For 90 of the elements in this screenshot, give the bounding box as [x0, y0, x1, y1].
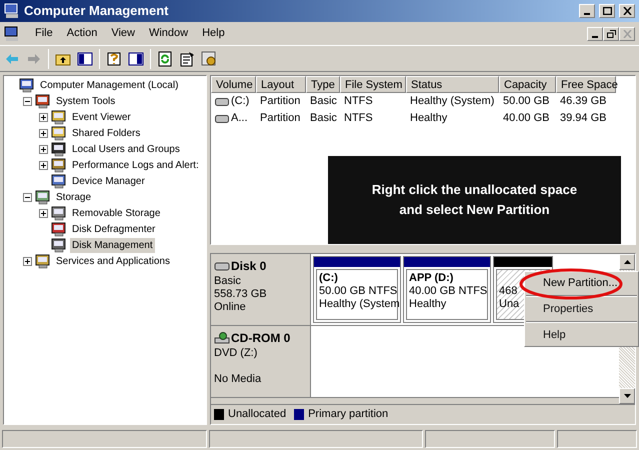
disk-info: Basic	[214, 275, 242, 288]
column-header[interactable]: Layout	[256, 76, 306, 93]
tree-item[interactable]: System Tools	[54, 94, 118, 108]
refresh-icon[interactable]	[157, 50, 173, 66]
partition-title: (C:)	[319, 271, 339, 285]
window-title: Computer Management	[24, 2, 170, 20]
partition-info: Una	[499, 298, 520, 311]
table-cell-text: Partition	[260, 111, 300, 126]
table-cell-text: 40.00 GB	[503, 111, 550, 126]
minimize-button[interactable]	[587, 26, 603, 40]
computer-icon	[4, 3, 20, 19]
menu-item[interactable]: Help	[195, 25, 232, 42]
column-header[interactable]: Status	[406, 76, 499, 93]
close-button[interactable]	[619, 4, 635, 18]
table-cell-text: 50.00 GB	[503, 94, 550, 110]
column-header[interactable]: Volume	[211, 76, 256, 93]
menu-item[interactable]: Action	[60, 25, 104, 42]
tree-item[interactable]: Removable Storage	[70, 206, 162, 220]
scroll-up-icon[interactable]	[624, 260, 630, 264]
table-cell-text: Healthy (System)	[410, 94, 494, 110]
tree-pane-icon[interactable]	[77, 50, 93, 66]
tree-item[interactable]: Shared Folders	[70, 126, 142, 140]
tree-item[interactable]: Storage	[54, 190, 94, 204]
tree-item[interactable]: Device Manager	[70, 174, 147, 188]
disk-name: CD-ROM 0	[231, 330, 290, 347]
expand-icon[interactable]	[39, 144, 48, 154]
table-cell-text: NTFS	[344, 111, 373, 126]
help-icon[interactable]	[106, 50, 122, 66]
table-cell-text: 46.39 GB	[560, 94, 606, 110]
column-header[interactable]: Free Space	[556, 76, 616, 93]
partition-info: 50.00 GB NTFS	[319, 285, 395, 298]
collapse-icon[interactable]	[23, 192, 32, 202]
partition-info: 468	[499, 284, 518, 298]
expand-icon[interactable]	[39, 112, 48, 122]
computer-icon	[4, 26, 20, 42]
minimize-icon	[592, 36, 598, 38]
tree-item[interactable]: Event Viewer	[70, 110, 133, 124]
column-header[interactable]: Type	[306, 76, 340, 93]
legend-label: Unallocated	[228, 407, 286, 422]
callout-text: and select New Partition	[399, 201, 550, 219]
menu-item[interactable]: File	[28, 25, 60, 42]
maximize-button[interactable]	[599, 4, 615, 18]
cd-drive-icon	[214, 332, 230, 344]
table-cell-text: Partition	[260, 94, 300, 110]
column-header[interactable]: File System	[340, 76, 406, 93]
table-cell-text: A...	[231, 111, 248, 126]
expand-icon[interactable]	[23, 256, 32, 266]
table-cell-text: Basic	[310, 94, 337, 110]
expand-icon[interactable]	[39, 128, 48, 138]
tree-item[interactable]: Local Users and Groups	[70, 142, 182, 156]
properties-icon[interactable]	[179, 50, 195, 66]
disk-info: Online	[214, 301, 247, 314]
scroll-down-icon[interactable]	[624, 394, 630, 398]
tree-item[interactable]: Performance Logs and Alert:	[70, 158, 201, 172]
table-cell-text: Healthy	[410, 111, 448, 126]
disk-info: DVD (Z:)	[214, 347, 258, 360]
table-cell-text: NTFS	[344, 94, 373, 110]
callout-text: Right click the unallocated space	[372, 181, 578, 199]
close-icon	[622, 7, 632, 15]
disk-info: No Media	[214, 373, 262, 386]
tree-item[interactable]: Disk Defragmenter	[70, 222, 158, 236]
legend-label: Primary partition	[308, 407, 388, 422]
action-pane-icon[interactable]	[128, 50, 144, 66]
partition-block[interactable]: (C:) 50.00 GB NTFS Healthy (System	[313, 256, 401, 323]
disk-info: 558.73 GB	[214, 288, 268, 301]
restore-icon	[606, 30, 616, 38]
tree-item[interactable]: Computer Management (Local)	[38, 78, 180, 92]
expand-icon[interactable]	[39, 160, 48, 170]
partition-info: 40.00 GB NTFS	[409, 285, 485, 298]
partition-info: Healthy	[409, 298, 448, 311]
menu-item[interactable]: Window	[142, 25, 196, 42]
menu-item[interactable]: View	[104, 25, 142, 42]
table-cell-text: 39.94 GB	[560, 111, 606, 126]
computer-icon	[19, 77, 35, 93]
partition-title: APP (D:)	[409, 271, 454, 285]
expand-icon[interactable]	[39, 208, 48, 218]
table-cell-text: Basic	[310, 111, 337, 126]
restore-button[interactable]	[603, 26, 619, 40]
partition-block[interactable]: APP (D:) 40.00 GB NTFS Healthy	[403, 256, 491, 323]
minimize-button[interactable]	[579, 4, 595, 18]
tree-item[interactable]: Disk Management	[70, 238, 155, 252]
collapse-icon[interactable]	[23, 96, 32, 106]
minimize-icon	[584, 13, 590, 15]
maximize-icon	[602, 7, 612, 15]
table-cell-text: (C:)	[231, 94, 250, 110]
column-header[interactable]: Capacity	[499, 76, 556, 93]
close-icon	[622, 30, 632, 38]
disk-name: Disk 0	[231, 258, 266, 275]
menu-item[interactable]: Help	[525, 326, 638, 344]
tree-item[interactable]: Services and Applications	[54, 254, 172, 268]
